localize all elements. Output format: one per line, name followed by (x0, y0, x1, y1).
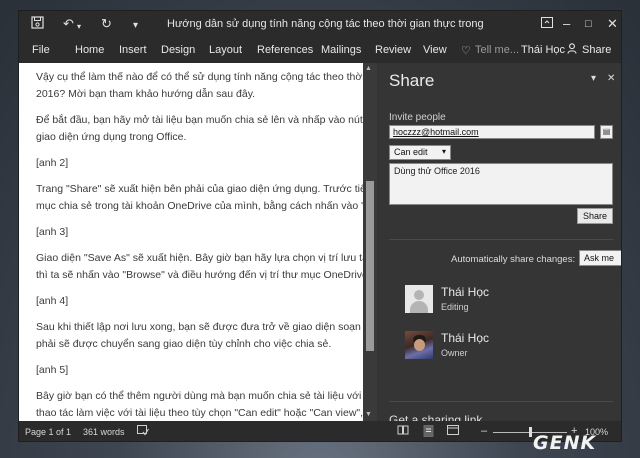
document-line: Vậy cụ thể làm thế nào để có thể sử dụng… (36, 71, 363, 83)
tab-mailings[interactable]: Mailings (321, 44, 361, 56)
share-button[interactable]: Share (577, 208, 613, 224)
close-icon[interactable]: ✕ (607, 16, 618, 32)
zoom-slider-thumb[interactable] (529, 427, 532, 437)
divider (389, 239, 613, 240)
web-layout-icon[interactable] (447, 425, 459, 438)
document-line: Giao diện "Save As" sẽ xuất hiện. Bây gi… (36, 252, 363, 264)
document-line: [anh 4] (36, 295, 69, 307)
proofing-icon[interactable] (137, 425, 149, 439)
permission-dropdown[interactable]: Can edit ▾ (389, 145, 451, 160)
shared-person-item[interactable]: Thái Học Owner (405, 331, 605, 361)
document-line: 2016? Mời bạn tham khảo hướng dẫn sau đâ… (36, 88, 256, 100)
tell-me-input[interactable]: Tell me... (475, 44, 519, 56)
person-name: Thái Học (441, 285, 490, 299)
document-page[interactable]: Vậy cụ thể làm thế nào để có thể sử dụng… (19, 63, 363, 421)
scrollbar-thumb[interactable] (366, 181, 374, 351)
redo-icon[interactable]: ↻ (101, 16, 112, 32)
person-icon (567, 43, 578, 57)
document-line: giao diện ứng dụng trong Office. (36, 131, 187, 143)
document-line: thao tác làm việc với tài liệu theo tùy … (36, 407, 363, 419)
auto-share-value: Ask me (584, 253, 615, 263)
invite-label: Invite people (389, 112, 446, 123)
address-book-icon[interactable]: ▤ (600, 125, 613, 139)
avatar (405, 331, 433, 359)
document-line: phải sẽ được chuyển sang giao diện tùy c… (36, 338, 332, 350)
vertical-scrollbar[interactable]: ▲ ▼ (363, 63, 377, 421)
undo-dropdown-icon[interactable]: ▾ (77, 19, 81, 35)
document-paragraph: [anh 4] (36, 293, 363, 310)
document-text: Vậy cụ thể làm thế nào để có thể sử dụng… (36, 69, 363, 421)
save-icon[interactable] (31, 16, 44, 33)
avatar (405, 285, 433, 313)
permission-value: Can edit (394, 147, 428, 157)
scroll-up-icon[interactable]: ▲ (365, 65, 372, 72)
tab-home[interactable]: Home (75, 44, 104, 56)
customize-toolbar-icon[interactable]: ▾ (133, 18, 138, 34)
document-paragraph: Sau khi thiết lập nơi lưu xong, bạn sẽ đ… (36, 319, 363, 353)
document-paragraph: [anh 5] (36, 362, 363, 379)
tab-insert[interactable]: Insert (119, 44, 147, 56)
document-line: mục chia sẻ trong tài khoản OneDrive của… (36, 200, 363, 212)
message-textarea[interactable]: Dùng thử Office 2016 (389, 163, 613, 205)
window-title: Hướng dẫn sử dụng tính năng cộng tác the… (167, 18, 487, 30)
tab-file[interactable]: File (32, 44, 50, 56)
auto-share-label: Automatically share changes: (451, 254, 576, 265)
document-line: Sau khi thiết lập nơi lưu xong, bạn sẽ đ… (36, 321, 363, 333)
genk-watermark-logo: GENK (533, 432, 629, 454)
person-role: Editing (441, 302, 469, 312)
tab-design[interactable]: Design (161, 44, 195, 56)
status-bar: Page 1 of 1 361 words – + 100% (19, 421, 621, 441)
maximize-icon[interactable]: □ (585, 16, 592, 32)
watermark-text: GENK (533, 432, 597, 454)
document-paragraph: Trang "Share" sẽ xuất hiện bên phải của … (36, 181, 363, 215)
auto-share-dropdown[interactable]: Ask me ▾ (579, 250, 621, 266)
ribbon-tabs: File Home Insert Design Layout Reference… (19, 37, 621, 63)
scroll-down-icon[interactable]: ▼ (365, 411, 372, 418)
read-mode-icon[interactable] (397, 425, 409, 438)
tab-references[interactable]: References (257, 44, 313, 56)
shared-person-item[interactable]: Thái Học Editing (405, 285, 605, 315)
document-line: [anh 5] (36, 364, 69, 376)
user-name[interactable]: Thái Học (521, 44, 565, 56)
chevron-down-icon: ▾ (441, 147, 446, 156)
share-ribbon-label: Share (582, 44, 612, 56)
document-line: [anh 2] (36, 157, 69, 169)
document-paragraph: Vậy cụ thể làm thế nào để có thể sử dụng… (36, 69, 363, 103)
document-paragraph: Để bắt đầu, bạn hãy mở tài liệu bạn muốn… (36, 112, 363, 146)
tab-view[interactable]: View (423, 44, 447, 56)
divider (389, 401, 613, 402)
share-pane: Share ▾ ✕ Invite people hoczzz@hotmail.c… (377, 63, 621, 427)
document-paragraph: [anh 2] (36, 155, 363, 172)
document-paragraph: Giao diện "Save As" sẽ xuất hiện. Bây gi… (36, 250, 363, 284)
undo-icon[interactable]: ↶ (63, 16, 74, 32)
share-pane-title: Share (389, 71, 435, 90)
share-ribbon-button[interactable]: Share (567, 43, 611, 57)
pane-options-icon[interactable]: ▾ (591, 73, 596, 84)
title-bar: ↶ ▾ ↻ ▾ Hướng dẫn sử dụng tính năng cộng… (19, 11, 621, 37)
zoom-out-icon[interactable]: – (481, 425, 487, 437)
page-count[interactable]: Page 1 of 1 (25, 427, 71, 437)
word-count[interactable]: 361 words (83, 427, 125, 437)
tab-layout[interactable]: Layout (209, 44, 242, 56)
person-role: Owner (441, 348, 468, 358)
document-paragraph: [anh 3] (36, 224, 363, 241)
document-line: Để bắt đầu, bạn hãy mở tài liệu bạn muốn… (36, 114, 363, 126)
print-layout-icon[interactable] (423, 425, 434, 440)
document-line: [anh 3] (36, 226, 69, 238)
pane-close-icon[interactable]: ✕ (607, 73, 615, 84)
document-line: Bây giờ bạn có thể thêm người dùng mà bạ… (36, 390, 363, 402)
invite-people-input[interactable]: hoczzz@hotmail.com (389, 125, 595, 139)
document-paragraph: Bây giờ bạn có thể thêm người dùng mà bạ… (36, 388, 363, 421)
ribbon-display-options-icon[interactable] (541, 16, 553, 32)
minimize-icon[interactable]: – (563, 16, 570, 32)
lightbulb-icon: ♡ (461, 45, 471, 57)
word-window: ↶ ▾ ↻ ▾ Hướng dẫn sử dụng tính năng cộng… (18, 10, 622, 442)
document-line: thì ta sẽ nhấn vào "Browse" và điều hướn… (36, 269, 363, 281)
person-name: Thái Học (441, 331, 490, 345)
tab-review[interactable]: Review (375, 44, 411, 56)
document-line: Trang "Share" sẽ xuất hiện bên phải của … (36, 183, 363, 195)
